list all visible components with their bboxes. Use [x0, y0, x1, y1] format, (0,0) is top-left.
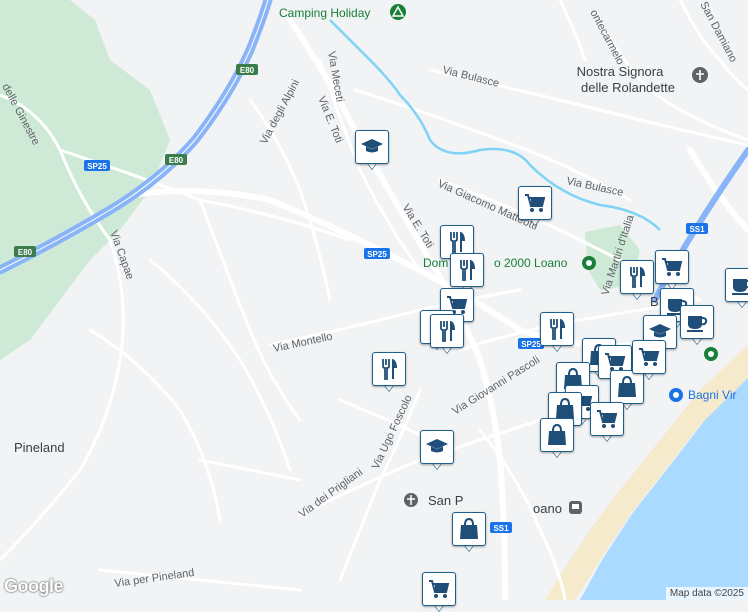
place-label-pineland: Pineland — [14, 440, 65, 455]
poi-marker-restaurant[interactable] — [540, 312, 574, 352]
poi-marker-restaurant[interactable] — [450, 253, 484, 293]
shield-ss1-a: SS1 — [686, 223, 708, 234]
poi-marker-restaurant[interactable] — [620, 260, 654, 300]
poi-san-p[interactable]: San P — [404, 493, 463, 508]
poi-marker-shopping[interactable] — [452, 512, 486, 552]
poi-green-circle[interactable] — [704, 347, 718, 361]
shield-sp25-b: SP25 — [364, 248, 390, 259]
shield-ss1-b: SS1 — [490, 522, 512, 533]
shield-sp25-a: SP25 — [84, 160, 110, 171]
shield-e80-a: E80 — [236, 64, 258, 75]
poi-marker-shopping[interactable] — [540, 418, 574, 458]
poi-loano-station[interactable]: oano — [533, 501, 582, 516]
svg-text:E80: E80 — [240, 66, 255, 75]
poi-marker-education[interactable] — [420, 430, 454, 470]
poi-marker-restaurant[interactable] — [372, 352, 406, 392]
svg-text:SS1: SS1 — [689, 225, 705, 234]
poi-marker-supermarket[interactable] — [422, 572, 456, 612]
poi-nostra-signora-label-2: delle Rolandette — [581, 80, 675, 95]
poi-marker-supermarket[interactable] — [518, 186, 552, 226]
poi-loano-label: oano — [533, 501, 562, 516]
poi-bagni[interactable]: Bagni Vir — [669, 388, 736, 402]
poi-marker-cafe[interactable] — [725, 268, 748, 308]
poi-marker-restaurant[interactable] — [430, 314, 464, 354]
shield-e80-c: E80 — [14, 246, 36, 257]
poi-camping-holiday-label: Camping Holiday — [279, 6, 370, 20]
svg-text:E80: E80 — [18, 248, 33, 257]
poi-marker-cafe[interactable] — [680, 305, 714, 345]
svg-text:SS1: SS1 — [493, 524, 509, 533]
poi-marker-supermarket[interactable] — [632, 340, 666, 380]
poi-san-label: San P — [428, 493, 463, 508]
poi-marker-supermarket[interactable] — [590, 402, 624, 442]
map-attribution[interactable]: Map data ©2025 — [665, 587, 748, 600]
poi-dominion-label-b: o 2000 Loano — [494, 256, 568, 270]
poi-marker-education[interactable] — [355, 130, 389, 170]
svg-text:SP25: SP25 — [87, 162, 107, 171]
svg-text:SP25: SP25 — [367, 250, 387, 259]
poi-nostra-signora-label-1: Nostra Signora — [577, 64, 664, 79]
poi-marker-supermarket[interactable] — [655, 250, 689, 290]
poi-bagni-label: Bagni Vir — [688, 388, 736, 402]
svg-text:E80: E80 — [169, 156, 184, 165]
google-logo: Google — [4, 576, 64, 596]
map-canvas[interactable]: E80 E80 E80 SP25 SP25 SP25 SS1 SS1 Via M… — [0, 0, 748, 600]
shield-e80-b: E80 — [165, 154, 187, 165]
svg-text:SP25: SP25 — [521, 340, 541, 349]
